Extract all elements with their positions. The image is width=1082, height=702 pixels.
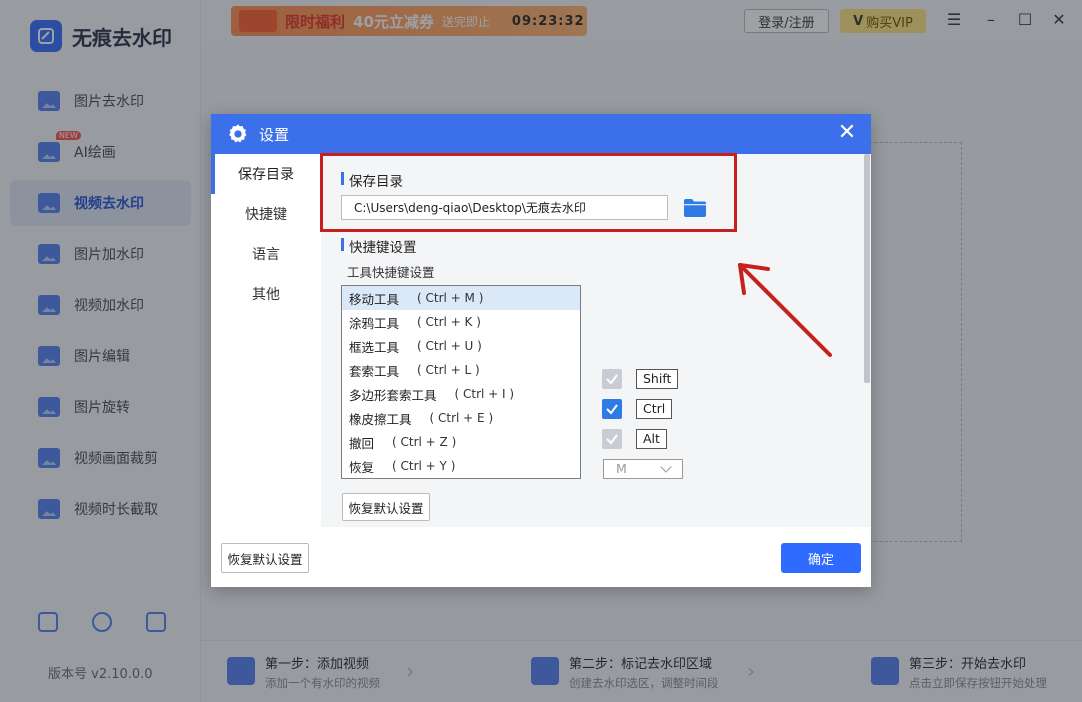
list-item[interactable]: 移动工具 ( Ctrl + M ) <box>342 286 580 310</box>
tool-name: 恢复 <box>349 459 375 475</box>
tool-name: 套索工具 <box>349 363 400 379</box>
settings-scrollbar[interactable] <box>863 154 871 527</box>
modifier-shift-row: Shift <box>602 369 679 389</box>
dialog-title: 设置 <box>259 125 290 144</box>
confirm-button[interactable]: 确定 <box>781 543 861 573</box>
list-item[interactable]: 框选工具 ( Ctrl + U ) <box>342 334 580 358</box>
tool-name: 橡皮擦工具 <box>349 411 412 427</box>
tool-key: ( Ctrl + U ) <box>417 339 482 353</box>
modifier-ctrl-row: Ctrl <box>602 399 673 419</box>
dialog-header: 设置 <box>211 114 871 154</box>
tool-name: 框选工具 <box>349 339 400 355</box>
settings-tabs: 保存目录 快捷键 语言 其他 <box>211 154 321 587</box>
close-icon[interactable]: ✕ <box>835 122 859 146</box>
tab-language[interactable]: 语言 <box>211 234 321 274</box>
tool-key: ( Ctrl + Y ) <box>392 459 456 473</box>
list-item[interactable]: 多边形套索工具 ( Ctrl + I ) <box>342 382 580 406</box>
shift-checkbox[interactable] <box>602 369 622 389</box>
modifier-alt-row: Alt <box>602 429 667 449</box>
check-icon <box>606 404 618 415</box>
tool-key: ( Ctrl + L ) <box>417 363 480 377</box>
tab-other[interactable]: 其他 <box>211 274 321 314</box>
check-icon <box>606 434 618 445</box>
gear-icon <box>229 124 247 143</box>
scrollbar-thumb[interactable] <box>864 154 870 383</box>
tool-shortcut-list[interactable]: 移动工具 ( Ctrl + M ) 涂鸦工具 ( Ctrl + K ) 框选工具 ( … <box>341 285 581 479</box>
tool-name: 涂鸦工具 <box>349 315 400 331</box>
tool-name: 多边形套索工具 <box>349 387 437 403</box>
tool-key: ( Ctrl + E ) <box>429 411 494 425</box>
list-item[interactable]: 撤回 ( Ctrl + Z ) <box>342 430 580 454</box>
list-item[interactable]: 涂鸦工具 ( Ctrl + K ) <box>342 310 580 334</box>
ctrl-key-label: Ctrl <box>636 399 673 419</box>
check-icon <box>606 374 618 385</box>
tool-name: 移动工具 <box>349 291 400 307</box>
shift-key-label: Shift <box>636 369 679 389</box>
chevron-down-icon <box>660 461 672 473</box>
shortcut-key-select[interactable]: M <box>603 459 683 479</box>
reset-shortcuts-button[interactable]: 恢复默认设置 <box>342 493 430 521</box>
tool-name: 撤回 <box>349 435 375 451</box>
shortcut-key-value: M <box>616 461 627 476</box>
list-item[interactable]: 恢复 ( Ctrl + Y ) <box>342 454 580 478</box>
ctrl-checkbox[interactable] <box>602 399 622 419</box>
tool-shortcut-label: 工具快捷键设置 <box>347 265 435 280</box>
tool-key: ( Ctrl + Z ) <box>392 435 457 449</box>
reset-defaults-button[interactable]: 恢复默认设置 <box>221 543 309 573</box>
annotation-arrow-icon <box>738 263 832 357</box>
section-title-shortcuts: 快捷键设置 <box>337 236 417 256</box>
list-item[interactable]: 橡皮擦工具 ( Ctrl + E ) <box>342 406 580 430</box>
annotation-highlight-box <box>320 153 737 232</box>
tool-key: ( Ctrl + M ) <box>417 291 484 305</box>
list-item[interactable]: 套索工具 ( Ctrl + L ) <box>342 358 580 382</box>
tool-key: ( Ctrl + K ) <box>417 315 481 329</box>
alt-key-label: Alt <box>636 429 667 449</box>
tab-save-directory[interactable]: 保存目录 <box>211 154 321 194</box>
tool-key: ( Ctrl + I ) <box>454 387 515 401</box>
alt-checkbox[interactable] <box>602 429 622 449</box>
tab-shortcuts[interactable]: 快捷键 <box>211 194 321 234</box>
